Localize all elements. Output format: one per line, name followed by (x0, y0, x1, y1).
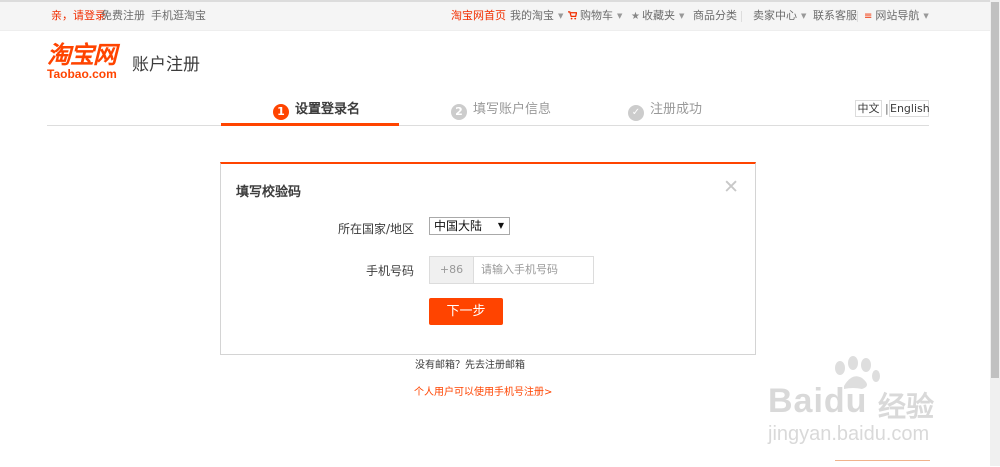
next-step-button[interactable]: 下一步 (429, 298, 503, 325)
step-label: 设置登录名 (295, 102, 361, 117)
login-link[interactable]: 亲，请登录 (51, 9, 106, 23)
personal-phone-register-link[interactable]: 个人用户可以使用手机号注册> (414, 383, 552, 398)
step-set-login-name: 1 设置登录名 (273, 98, 360, 126)
favorites-label: 收藏夹 (641, 9, 675, 22)
phone-label: 手机号码 (365, 264, 414, 278)
jingyan-watermark: 经验 (878, 390, 935, 423)
step-label: 注册成功 (650, 102, 703, 117)
cart-menu[interactable]: 购物车 ▼ (568, 9, 622, 23)
verification-dialog: 填写校验码 ✕ 所在国家/地区 中国大陆 ▼ 手机号码 +86 请输入手机号码 … (220, 162, 756, 355)
phone-country-code: +86 (429, 256, 474, 284)
logo-english: Taobao.com (47, 67, 117, 81)
page-title: 账户注册 (132, 55, 200, 75)
cart-label: 购物车 (580, 9, 613, 22)
step-fill-account-info: 2 填写账户信息 (451, 98, 551, 126)
register-email-link[interactable]: 没有邮箱？先去注册邮箱 (415, 356, 525, 371)
chevron-down-icon: ▼ (678, 12, 685, 20)
chevron-down-icon: ▼ (801, 12, 807, 20)
country-label: 所在国家/地区 (337, 222, 414, 236)
divider (857, 11, 858, 22)
site-nav-label: 网站导航 (875, 9, 920, 22)
taobao-home-link[interactable]: 淘宝网首页 (451, 9, 506, 23)
menu-icon: ≡ (864, 11, 873, 22)
step-number-1: 1 (273, 104, 289, 120)
step-register-success: ✓ 注册成功 (628, 98, 702, 126)
mobile-taobao-link[interactable]: 手机逛淘宝 (151, 9, 206, 23)
country-select[interactable]: 中国大陆 ▼ (429, 217, 510, 235)
site-top-bar: 亲，请登录 免费注册 手机逛淘宝 淘宝网首页 我的淘宝 ▼ 购物车 ▼ ★ 收藏夹 ▼ … (0, 0, 1000, 31)
taobao-logo[interactable]: 淘宝网 Taobao.com (47, 43, 117, 81)
cart-icon (568, 11, 577, 20)
chevron-down-icon: ▼ (558, 12, 564, 20)
register-link[interactable]: 免费注册 (101, 9, 145, 23)
contact-service-link[interactable]: 联系客服 (813, 9, 857, 23)
step-number-2: 2 (451, 104, 467, 120)
close-icon[interactable]: ✕ (723, 178, 739, 197)
chevron-down-icon: ▼ (617, 12, 623, 20)
check-icon: ✓ (628, 105, 644, 121)
page-scrollbar[interactable] (990, 0, 1000, 466)
country-select-value: 中国大陆 (434, 219, 483, 233)
dialog-title: 填写校验码 (236, 185, 302, 200)
seller-label: 卖家中心 (753, 9, 797, 22)
watermark-url: jingyan.baidu.com (768, 423, 930, 445)
divider (741, 11, 742, 22)
step-label: 填写账户信息 (473, 102, 552, 117)
lang-english-button[interactable]: English (889, 100, 930, 117)
active-step-underline (221, 123, 399, 126)
chevron-down-icon: ▼ (923, 12, 929, 20)
categories-link[interactable]: 商品分类 (693, 9, 737, 23)
site-nav-menu[interactable]: ≡ 网站导航 ▼ (864, 9, 929, 24)
seller-center-menu[interactable]: 卖家中心 ▼ (753, 9, 806, 23)
favorites-menu[interactable]: ★ 收藏夹 ▼ (631, 9, 684, 24)
baidu-watermark: Baidu (768, 382, 868, 420)
my-taobao-menu[interactable]: 我的淘宝 ▼ (510, 9, 563, 23)
lang-chinese-button[interactable]: 中文 (855, 100, 882, 117)
star-icon: ★ (631, 11, 640, 22)
my-taobao-label: 我的淘宝 (510, 9, 554, 22)
scrollbar-thumb[interactable] (991, 2, 999, 378)
logo-chinese: 淘宝网 (47, 41, 117, 69)
phone-input[interactable]: 请输入手机号码 (473, 256, 594, 284)
chevron-down-icon: ▼ (497, 221, 504, 230)
